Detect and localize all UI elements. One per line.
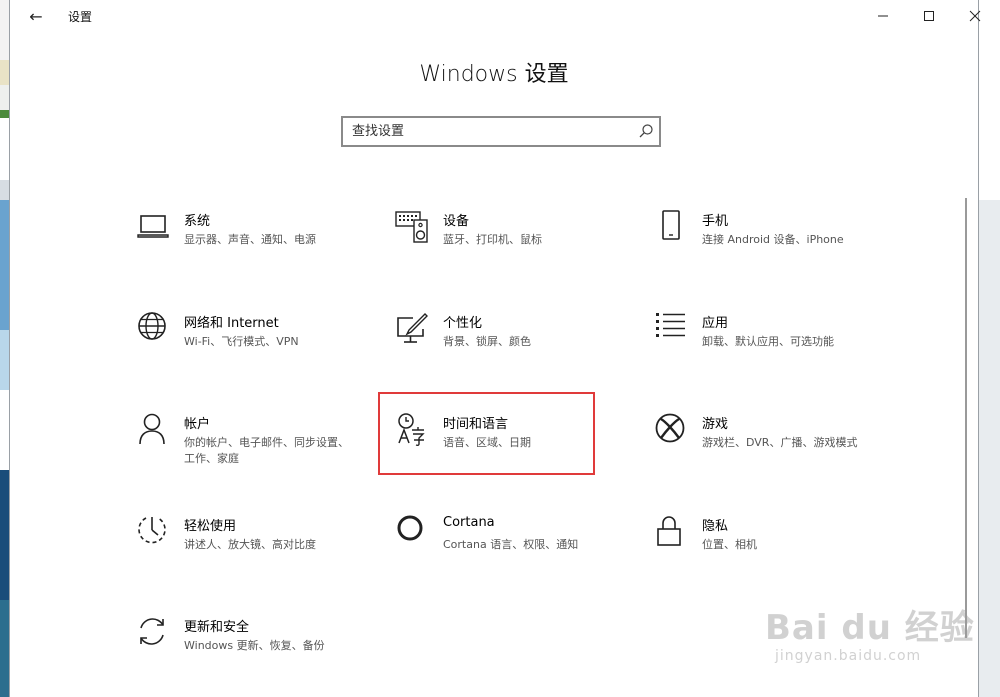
tile-subtitle: 卸载、默认应用、可选功能 [702, 335, 834, 348]
tile-title: 系统 [184, 214, 211, 229]
tile-subtitle: 蓝牙、打印机、鼠标 [443, 233, 542, 246]
tile-update-security[interactable]: 更新和安全 Windows 更新、恢复、备份 [136, 616, 366, 682]
tile-gaming[interactable]: 游戏 游戏栏、DVR、广播、游戏模式 [654, 413, 884, 479]
phone-icon [654, 210, 688, 244]
settings-window: ← 设置 Windows 设置 系统 显示器、声音、通知、电源 [9, 0, 981, 697]
tile-title: 游戏 [702, 417, 729, 432]
tile-title: 应用 [702, 316, 729, 331]
person-icon [136, 413, 170, 447]
tile-subtitle: 连接 Android 设备、iPhone [702, 233, 844, 246]
highlight-box [378, 392, 595, 475]
tile-cortana[interactable]: Cortana Cortana 语言、权限、通知 [395, 515, 625, 581]
tile-subtitle: 位置、相机 [702, 538, 757, 551]
watermark-brand: Bai du 经验 [765, 608, 975, 648]
tile-title: 隐私 [702, 519, 729, 534]
tile-personalization[interactable]: 个性化 背景、锁屏、颜色 [395, 312, 625, 378]
tile-system[interactable]: 系统 显示器、声音、通知、电源 [136, 210, 366, 276]
tile-subtitle: 背景、锁屏、颜色 [443, 335, 531, 348]
tile-subtitle: Windows 更新、恢复、备份 [184, 639, 325, 652]
maximize-button[interactable] [906, 0, 952, 32]
tile-title: 帐户 [184, 417, 211, 432]
search-icon[interactable] [638, 123, 654, 139]
tile-title: 设备 [443, 214, 470, 229]
tile-title: 个性化 [443, 316, 483, 331]
close-button[interactable] [952, 0, 998, 32]
app-list-icon [654, 312, 688, 346]
tile-subtitle: Cortana 语言、权限、通知 [443, 538, 579, 551]
tile-title: 更新和安全 [184, 620, 250, 635]
laptop-icon [136, 210, 170, 244]
sync-icon [136, 616, 170, 650]
minimize-button[interactable] [860, 0, 906, 32]
tile-accounts[interactable]: 帐户 你的帐户、电子邮件、同步设置、工作、家庭 [136, 413, 366, 479]
cortana-icon [395, 515, 429, 549]
tile-phone[interactable]: 手机 连接 Android 设备、iPhone [654, 210, 884, 276]
tile-ease-of-access[interactable]: 轻松使用 讲述人、放大镜、高对比度 [136, 515, 366, 581]
tile-devices[interactable]: 设备 蓝牙、打印机、鼠标 [395, 210, 625, 276]
ease-of-access-icon [136, 515, 170, 549]
xbox-icon [654, 413, 688, 447]
background-window-left [0, 0, 9, 697]
window-title: 设置 [68, 10, 93, 24]
back-arrow-icon: ← [29, 6, 43, 26]
tile-privacy[interactable]: 隐私 位置、相机 [654, 515, 884, 581]
keyboard-speaker-icon [395, 210, 429, 244]
globe-icon [136, 312, 170, 346]
tile-subtitle: Wi-Fi、飞行模式、VPN [184, 335, 299, 348]
tile-subtitle: 游戏栏、DVR、广播、游戏模式 [702, 436, 858, 449]
search-input[interactable] [343, 118, 633, 145]
tile-title: 轻松使用 [184, 519, 237, 534]
watermark-url: jingyan.baidu.com [775, 648, 922, 664]
page-title: Windows 设置 [419, 62, 569, 87]
maximize-icon [924, 11, 934, 21]
tile-subtitle: 讲述人、放大镜、高对比度 [184, 538, 316, 551]
paint-monitor-icon [395, 312, 429, 346]
background-window-right [979, 0, 1000, 697]
watermark: Bai du 经验 jingyan.baidu.com [765, 588, 975, 678]
back-button[interactable]: ← [16, 2, 56, 30]
lock-icon [654, 515, 688, 549]
tile-subtitle: 你的帐户、电子邮件、同步设置、工作、家庭 [184, 436, 349, 465]
minimize-icon [878, 15, 888, 17]
tile-title: 手机 [702, 214, 729, 229]
tile-subtitle: 显示器、声音、通知、电源 [184, 233, 316, 246]
tile-title: 网络和 Internet [184, 316, 279, 331]
tile-title: Cortana [443, 515, 495, 530]
title-bar: ← 设置 [10, 0, 981, 32]
scrollbar[interactable] [965, 198, 967, 638]
close-icon [969, 10, 981, 22]
tile-network[interactable]: 网络和 Internet Wi-Fi、飞行模式、VPN [136, 312, 366, 378]
search-box[interactable] [341, 116, 661, 147]
tile-apps[interactable]: 应用 卸载、默认应用、可选功能 [654, 312, 884, 378]
